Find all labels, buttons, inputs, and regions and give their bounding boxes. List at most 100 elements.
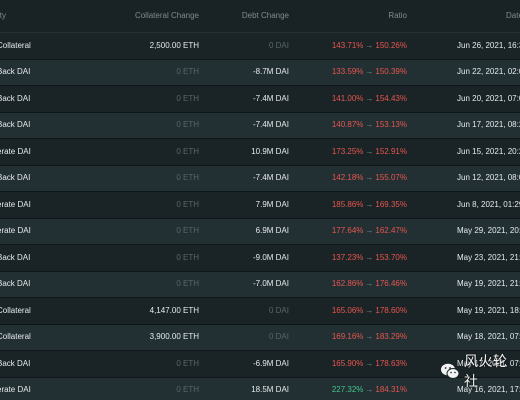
- ratio-to: 154.43%: [375, 93, 407, 103]
- date-cell: Jun 15, 2021, 20:25: [457, 146, 520, 156]
- ratio-to: 162.47%: [375, 226, 407, 236]
- ratio-from: 142.18%: [331, 173, 364, 183]
- ratio-cell: 142.18% → 155.07%: [332, 173, 407, 183]
- date-cell: Jun 26, 2021, 16:36: [457, 40, 520, 50]
- date-cell: Jun 20, 2021, 07:06: [457, 93, 520, 103]
- activity-cell: Collateral: [0, 332, 31, 342]
- activity-cell: erate DAI: [0, 199, 31, 209]
- ratio-cell: 173.25% → 152.91%: [332, 147, 407, 157]
- table-row[interactable]: Collateral 3,900.00 ETH 0 DAI 169.16% → 183.2…: [0, 324, 520, 351]
- debt-change-cell: -7.4M DAI: [252, 173, 289, 183]
- activity-cell: erate DAI: [0, 385, 31, 395]
- ratio-to: 178.60%: [375, 305, 407, 315]
- ratio-cell: 137.23% → 153.70%: [332, 253, 407, 263]
- table-row[interactable]: erate DAI 0 ETH 7.9M DAI 185.86% → 169.35% Jun…: [0, 192, 520, 219]
- ratio-cell: 140.87% → 153.13%: [332, 120, 407, 130]
- activity-cell: erate DAI: [0, 146, 31, 156]
- debt-change-cell: -7.4M DAI: [252, 93, 289, 103]
- table-row[interactable]: Back DAI 0 ETH -7.4M DAI 142.18% → 155.07% Jun…: [0, 165, 520, 192]
- debt-change-cell: -7.4M DAI: [252, 120, 289, 130]
- date-cell: Jun 12, 2021, 08:08: [457, 173, 520, 183]
- collateral-change-cell: 0 ETH: [176, 146, 199, 156]
- arrow-right-icon: →: [365, 226, 374, 236]
- debt-change-cell: -8.7M DAI: [252, 67, 289, 77]
- ratio-from: 185.86%: [331, 199, 364, 209]
- arrow-right-icon: →: [365, 67, 374, 77]
- collateral-change-cell: 2,500.00 ETH: [149, 40, 199, 50]
- arrow-right-icon: →: [365, 40, 374, 50]
- ratio-to: 155.07%: [375, 173, 407, 183]
- table-row[interactable]: Back DAI 0 ETH -8.7M DAI 133.59% → 150.39% Jun…: [0, 59, 520, 86]
- date-cell: May 19, 2021, 18:57: [457, 305, 520, 315]
- debt-change-cell: 7.9M DAI: [255, 199, 289, 209]
- ratio-cell: 143.71% → 150.26%: [332, 41, 407, 51]
- collateral-change-cell: 0 ETH: [176, 173, 199, 183]
- table-header: vity Collateral Change Debt Change Ratio…: [0, 0, 520, 33]
- activity-cell: Collateral: [0, 305, 31, 315]
- ratio-cell: 177.64% → 162.47%: [332, 226, 407, 236]
- arrow-right-icon: →: [365, 279, 374, 289]
- date-cell: May 29, 2021, 20:26: [457, 226, 520, 236]
- debt-change-cell: 6.9M DAI: [255, 226, 289, 236]
- table-row[interactable]: Back DAI 0 ETH -7.4M DAI 140.87% → 153.13% Jun…: [0, 112, 520, 139]
- ratio-from: 162.86%: [331, 279, 364, 289]
- col-header-ratio[interactable]: Ratio: [388, 11, 407, 21]
- table-row[interactable]: Collateral 4,147.00 ETH 0 DAI 165.06% → 178.6…: [0, 298, 520, 325]
- debt-change-cell: -9.0M DAI: [252, 252, 289, 262]
- collateral-change-cell: 0 ETH: [176, 199, 199, 209]
- table-body: Collateral 2,500.00 ETH 0 DAI 143.71% → 150.2…: [0, 33, 520, 400]
- debt-change-cell: 0 DAI: [268, 40, 289, 50]
- vault-history-table: vity Collateral Change Debt Change Ratio…: [0, 0, 520, 400]
- ratio-cell: 165.90% → 178.63%: [332, 359, 407, 369]
- ratio-from: 177.64%: [331, 226, 364, 236]
- col-header-collateral-change[interactable]: Collateral Change: [135, 11, 199, 21]
- table-row[interactable]: Back DAI 0 ETH -9.0M DAI 137.23% → 153.70% May…: [0, 245, 520, 272]
- arrow-right-icon: →: [365, 93, 374, 103]
- ratio-from: 140.87%: [331, 120, 364, 130]
- debt-change-cell: 18.5M DAI: [251, 385, 289, 395]
- date-cell: May 23, 2021, 21:23: [457, 252, 520, 262]
- ratio-to: 183.29%: [375, 332, 407, 342]
- debt-change-cell: -6.9M DAI: [252, 358, 289, 368]
- collateral-change-cell: 0 ETH: [176, 252, 199, 262]
- table-row[interactable]: Collateral 2,500.00 ETH 0 DAI 143.71% → 150.2…: [0, 33, 520, 60]
- ratio-cell: 133.59% → 150.39%: [332, 67, 407, 77]
- date-cell: May 19, 2021, 21:36: [457, 279, 520, 289]
- date-cell: Jun 17, 2021, 08:20: [457, 120, 520, 130]
- collateral-change-cell: 4,147.00 ETH: [149, 305, 199, 315]
- table-row[interactable]: erate DAI 0 ETH 10.9M DAI 173.25% → 152.91% Ju…: [0, 139, 520, 166]
- col-header-activity[interactable]: vity: [0, 11, 6, 21]
- arrow-right-icon: →: [365, 252, 374, 262]
- table-row[interactable]: erate DAI 0 ETH 6.9M DAI 177.64% → 162.47% May…: [0, 218, 520, 245]
- activity-cell: Back DAI: [0, 173, 31, 183]
- collateral-change-cell: 3,900.00 ETH: [149, 332, 199, 342]
- ratio-from: 165.06%: [331, 305, 364, 315]
- ratio-cell: 141.00% → 154.43%: [332, 94, 407, 104]
- table-row[interactable]: Back DAI 0 ETH -7.0M DAI 162.86% → 176.46% May…: [0, 271, 520, 298]
- date-cell: May 18, 2021, 07:34: [457, 332, 520, 342]
- collateral-change-cell: 0 ETH: [176, 93, 199, 103]
- ratio-cell: 162.86% → 176.46%: [332, 279, 407, 289]
- collateral-change-cell: 0 ETH: [176, 279, 199, 289]
- ratio-cell: 169.16% → 183.29%: [332, 332, 407, 342]
- ratio-cell: 227.32% → 184.31%: [332, 385, 407, 395]
- arrow-right-icon: →: [365, 332, 374, 342]
- ratio-from: 173.25%: [331, 146, 364, 156]
- ratio-from: 143.71%: [331, 40, 364, 50]
- table-row[interactable]: Back DAI 0 ETH -7.4M DAI 141.00% → 154.43% Jun…: [0, 86, 520, 113]
- date-cell: Jun 8, 2021, 01:29: [457, 199, 520, 209]
- collateral-change-cell: 0 ETH: [176, 385, 199, 395]
- activity-cell: Collateral: [0, 40, 31, 50]
- ratio-to: 169.35%: [375, 199, 407, 209]
- ratio-cell: 185.86% → 169.35%: [332, 200, 407, 210]
- ratio-to: 184.31%: [375, 385, 407, 395]
- col-header-debt-change[interactable]: Debt Change: [242, 11, 289, 21]
- collateral-change-cell: 0 ETH: [176, 120, 199, 130]
- ratio-from: 169.16%: [331, 332, 364, 342]
- ratio-from: 133.59%: [331, 67, 364, 77]
- arrow-right-icon: →: [365, 305, 374, 315]
- col-header-date[interactable]: Date: [506, 11, 520, 21]
- arrow-right-icon: →: [365, 146, 374, 156]
- collateral-change-cell: 0 ETH: [176, 226, 199, 236]
- arrow-right-icon: →: [365, 385, 374, 395]
